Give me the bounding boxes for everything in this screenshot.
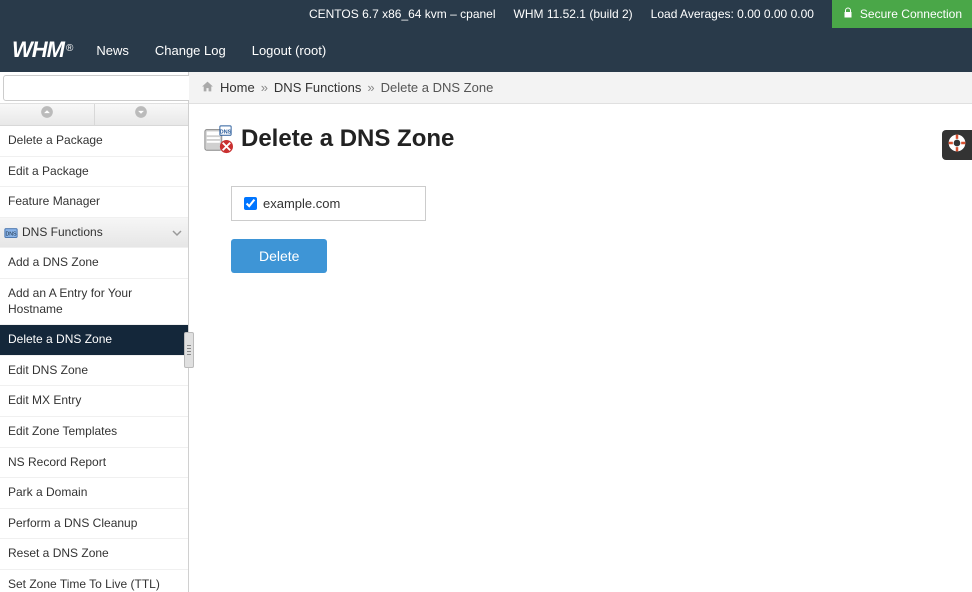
breadcrumb-page: Delete a DNS Zone (381, 80, 494, 95)
svg-text:DNS: DNS (220, 129, 232, 135)
collapse-all-button[interactable] (0, 104, 95, 125)
sidebar-item[interactable]: Perform a DNS Cleanup (0, 509, 188, 540)
breadcrumb-home[interactable]: Home (220, 80, 255, 95)
dns-delete-icon: DNS (203, 124, 233, 154)
sidebar-item[interactable]: NS Record Report (0, 448, 188, 479)
sidebar-item-label: Perform a DNS Cleanup (8, 516, 137, 532)
domain-checkbox[interactable] (244, 197, 257, 210)
sidebar-item-label: Edit DNS Zone (8, 363, 88, 379)
sidebar-item[interactable]: Edit DNS Zone (0, 356, 188, 387)
delete-button[interactable]: Delete (231, 239, 327, 273)
search-row (0, 72, 188, 104)
secure-connection-button[interactable]: Secure Connection (832, 0, 972, 28)
arrow-down-circle-icon (134, 105, 148, 124)
sidebar-item-label: Feature Manager (8, 194, 100, 210)
sidebar-item[interactable]: Reset a DNS Zone (0, 539, 188, 570)
sidebar-item-label: Edit a Package (8, 164, 89, 180)
sidebar-list[interactable]: Delete a Package Edit a Package Feature Ma… (0, 126, 188, 592)
sidebar-item-label: Edit Zone Templates (8, 424, 117, 440)
home-icon (201, 80, 214, 96)
expand-all-button[interactable] (95, 104, 189, 125)
sidebar-item-label: Add an A Entry for Your Hostname (8, 286, 180, 317)
sidebar-item[interactable]: Delete a DNS Zone (0, 325, 188, 356)
status-os: CENTOS 6.7 x86_64 kvm – cpanel (309, 7, 496, 21)
sidebar-item[interactable]: Feature Manager (0, 187, 188, 218)
domain-label: example.com (263, 196, 340, 211)
svg-text:DNS: DNS (5, 231, 17, 237)
domain-row: example.com (231, 186, 426, 221)
page-title-row: DNS Delete a DNS Zone (203, 124, 958, 154)
page-title: Delete a DNS Zone (241, 125, 454, 153)
search-input[interactable] (3, 75, 193, 101)
lifebuoy-icon (947, 133, 967, 158)
sidebar-item[interactable]: Add a DNS Zone (0, 248, 188, 279)
sidebar-item-label: Reset a DNS Zone (8, 546, 109, 562)
sidebar-item-label: Set Zone Time To Live (TTL) (8, 577, 160, 592)
help-button[interactable] (942, 130, 972, 160)
sidebar-item-label: Delete a Package (8, 133, 103, 149)
sidebar-section[interactable]: DNS DNS Functions (0, 218, 188, 249)
content-area: Home » DNS Functions » Delete a DNS Zone… (189, 72, 972, 592)
status-load: Load Averages: 0.00 0.00 0.00 (651, 7, 814, 21)
breadcrumb: Home » DNS Functions » Delete a DNS Zone (189, 72, 972, 104)
sidebar-item-label: Edit MX Entry (8, 393, 81, 409)
sidebar-item-label: Add a DNS Zone (8, 255, 99, 271)
sidebar-item[interactable]: Edit a Package (0, 157, 188, 188)
sidebar-item[interactable]: Edit Zone Templates (0, 417, 188, 448)
whm-logo[interactable]: WHM® (12, 37, 72, 63)
arrow-up-circle-icon (40, 105, 54, 124)
delete-form: example.com Delete (231, 186, 958, 273)
nav-news[interactable]: News (96, 43, 129, 58)
sidebar: Delete a Package Edit a Package Feature Ma… (0, 72, 189, 592)
lock-icon (842, 7, 854, 22)
status-bar: CENTOS 6.7 x86_64 kvm – cpanel WHM 11.52… (0, 0, 972, 28)
breadcrumb-section[interactable]: DNS Functions (274, 80, 361, 95)
nav-logout[interactable]: Logout (root) (252, 43, 326, 58)
nav-changelog[interactable]: Change Log (155, 43, 226, 58)
sidebar-item-label: Park a Domain (8, 485, 87, 501)
status-whm: WHM 11.52.1 (build 2) (514, 7, 633, 21)
sidebar-item-label: NS Record Report (8, 455, 106, 471)
collapse-expand-row (0, 104, 188, 126)
sidebar-item-label: Delete a DNS Zone (8, 332, 112, 348)
chevron-down-icon (172, 228, 182, 238)
secure-connection-label: Secure Connection (860, 7, 962, 21)
sidebar-item[interactable]: Edit MX Entry (0, 386, 188, 417)
dns-section-icon: DNS (4, 226, 18, 240)
sidebar-item[interactable]: Set Zone Time To Live (TTL) (0, 570, 188, 592)
sidebar-item[interactable]: Park a Domain (0, 478, 188, 509)
sidebar-item[interactable]: Delete a Package (0, 126, 188, 157)
nav-bar: WHM® News Change Log Logout (root) (0, 28, 972, 72)
sidebar-item-label: DNS Functions (22, 225, 103, 241)
sidebar-item[interactable]: Add an A Entry for Your Hostname (0, 279, 188, 325)
